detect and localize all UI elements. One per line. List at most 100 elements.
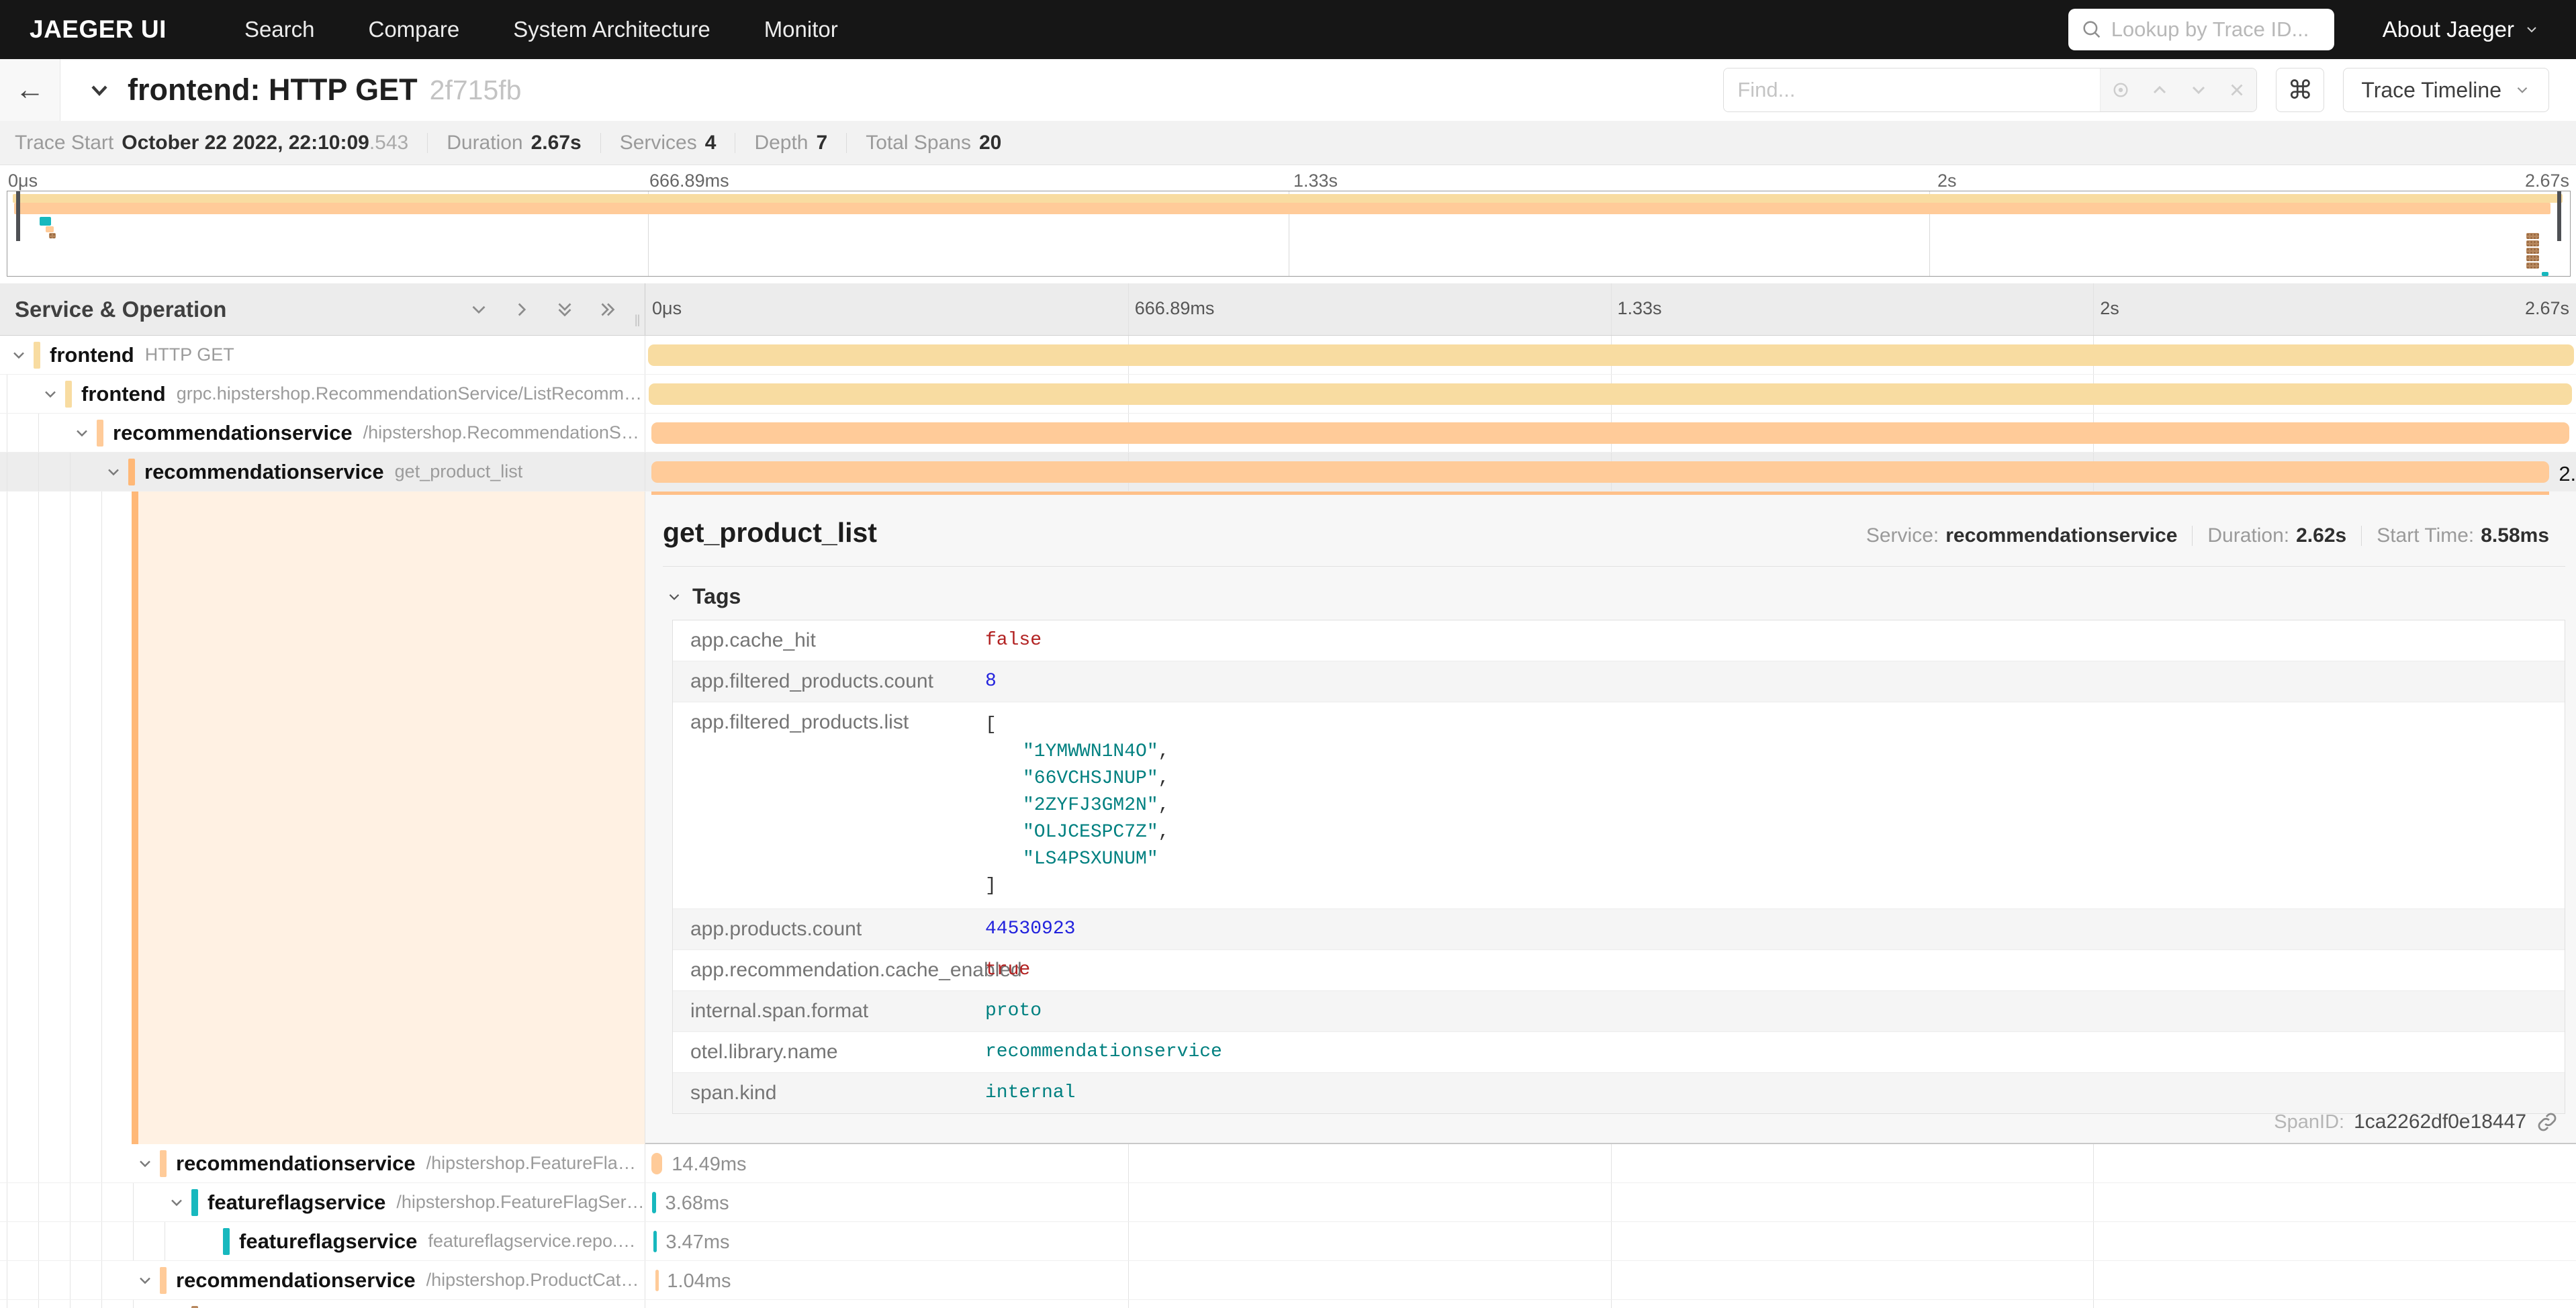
list-item-string: "OLJCESPC7Z" — [1023, 822, 1158, 843]
copy-link-icon[interactable] — [2536, 1111, 2559, 1133]
expand-all-icon[interactable] — [596, 298, 619, 321]
minimap-tick: 2.67s — [2525, 171, 2569, 191]
tag-row[interactable]: app.filtered_products.count8 — [673, 661, 2565, 702]
span-duration-bar[interactable] — [653, 1231, 657, 1252]
minimap-tick: 666.89ms — [649, 171, 729, 191]
focus-match-icon[interactable] — [2110, 79, 2131, 101]
tag-row[interactable]: app.cache_hitfalse — [673, 620, 2565, 661]
tag-row[interactable]: otel.library.namerecommendationservice — [673, 1032, 2565, 1073]
span-chevron-down-icon[interactable] — [133, 1271, 157, 1290]
span-row[interactable]: recommendationservice/hipstershop.Produc… — [0, 1261, 2576, 1300]
chevron-down-icon — [2524, 21, 2540, 38]
span-row[interactable]: recommendationservice/hipstershop.Featur… — [0, 1144, 2576, 1183]
tag-row[interactable]: app.recommendation.cache_enabledtrue — [673, 950, 2565, 991]
indent-guide — [38, 453, 70, 491]
span-duration-bar[interactable] — [648, 344, 2574, 366]
indent-guide — [133, 1222, 165, 1260]
duration-label: Duration — [447, 132, 522, 154]
span-name-cell[interactable]: recommendationservice/hipstershop.Produc… — [0, 1261, 645, 1299]
span-name-cell[interactable]: frontendgrpc.hipstershop.RecommendationS… — [0, 375, 645, 413]
tags-table: app.cache_hitfalseapp.filtered_products.… — [672, 620, 2565, 1114]
indent-guide — [7, 414, 38, 452]
tag-row[interactable]: internal.span.formatproto — [673, 991, 2565, 1032]
span-id-row: SpanID: 1ca2262df0e18447 — [2274, 1111, 2559, 1133]
tags-section-toggle[interactable]: Tags — [645, 567, 2576, 620]
span-row[interactable]: frontendgrpc.hipstershop.RecommendationS… — [0, 375, 2576, 414]
span-timeline-cell: 3.47ms — [645, 1222, 2576, 1260]
find-input[interactable] — [1724, 68, 2100, 111]
indent-guide — [7, 1183, 38, 1221]
span-duration-bar[interactable] — [651, 461, 2549, 483]
minimap-tick: 0μs — [8, 171, 38, 191]
span-row[interactable]: frontendHTTP GET — [0, 336, 2576, 375]
span-duration-bar[interactable] — [649, 383, 2572, 405]
trace-view-selector[interactable]: Trace Timeline — [2343, 68, 2549, 112]
span-service-name: frontend — [50, 343, 134, 367]
indent-guide — [70, 1183, 101, 1221]
span-timeline-cell: 1.04ms — [645, 1261, 2576, 1299]
span-row[interactable]: recommendationservice/hipstershop.Recomm… — [0, 414, 2576, 453]
span-duration-bar[interactable] — [651, 422, 2569, 444]
nav-item-monitor[interactable]: Monitor — [764, 17, 838, 42]
tag-row[interactable]: span.kindinternal — [673, 1073, 2565, 1113]
nav-item-system-architecture[interactable]: System Architecture — [513, 17, 710, 42]
clear-find-icon[interactable] — [2227, 80, 2247, 100]
span-duration-bar[interactable] — [655, 1270, 659, 1291]
nav-item-search[interactable]: Search — [244, 17, 315, 42]
back-button[interactable]: ← — [0, 59, 60, 121]
span-row[interactable]: featureflagservicefeatureflagservice.rep… — [0, 1222, 2576, 1261]
timeline-grid-line — [1128, 1183, 1129, 1221]
span-row[interactable]: featureflagservice/hipstershop.FeatureFl… — [0, 1183, 2576, 1222]
span-name-cell[interactable]: featureflagservice/hipstershop.FeatureFl… — [0, 1183, 645, 1221]
timeline-tick: 666.89ms — [1135, 298, 1215, 319]
next-match-icon[interactable] — [2188, 79, 2209, 101]
collapse-trace-header-icon[interactable] — [86, 77, 113, 103]
span-chevron-down-icon[interactable] — [101, 463, 126, 481]
collapse-one-icon[interactable] — [467, 298, 490, 321]
collapse-all-icon[interactable] — [553, 298, 576, 321]
span-name-cell[interactable]: recommendationservice/hipstershop.Recomm… — [0, 414, 645, 452]
keyboard-shortcuts-button[interactable]: ⌘ — [2276, 68, 2324, 112]
span-row[interactable] — [0, 1300, 2576, 1308]
span-operation-name: /hipstershop.FeatureFlagService/Ge... — [396, 1192, 645, 1213]
column-resizer[interactable]: ‖ — [634, 312, 641, 331]
jaeger-logo[interactable]: JAEGER UI — [30, 15, 167, 44]
span-timeline-cell: 2.62s — [645, 453, 2576, 491]
minimap-span-bar — [40, 217, 51, 226]
tag-row[interactable]: app.products.count44530923 — [673, 909, 2565, 950]
indent-guide — [38, 1300, 70, 1308]
nav-item-compare[interactable]: Compare — [369, 17, 460, 42]
prev-match-icon[interactable] — [2149, 79, 2170, 101]
minimap-left-scrubber[interactable] — [16, 191, 20, 241]
minimap-canvas[interactable] — [7, 191, 2571, 277]
span-chevron-down-icon[interactable] — [165, 1193, 189, 1212]
minimap-span-bar — [2542, 272, 2548, 276]
trace-lookup-input[interactable] — [2111, 17, 2322, 42]
span-duration-bar[interactable] — [651, 1153, 662, 1174]
span-name-cell[interactable]: recommendationserviceget_product_list — [0, 453, 645, 491]
span-name-cell[interactable]: recommendationservice/hipstershop.Featur… — [0, 1144, 645, 1182]
span-name-cell[interactable] — [0, 1300, 645, 1308]
span-duration-bar[interactable] — [652, 1192, 655, 1213]
expand-one-icon[interactable] — [510, 298, 533, 321]
span-chevron-down-icon[interactable] — [133, 1154, 157, 1173]
about-jaeger-menu[interactable]: About Jaeger — [2383, 17, 2540, 42]
tag-value: true — [985, 950, 1037, 989]
minimap-right-scrubber[interactable] — [2557, 191, 2561, 241]
timeline-grid-line — [2093, 1261, 2094, 1299]
span-chevron-down-icon[interactable] — [7, 346, 31, 365]
span-color-bar — [128, 459, 135, 485]
span-detail-panel: get_product_list Service: recommendation… — [645, 492, 2576, 1144]
span-name-cell[interactable]: featureflagservicefeatureflagservice.rep… — [0, 1222, 645, 1260]
tag-row[interactable]: app.filtered_products.list["1YMWWN1N4O",… — [673, 702, 2565, 909]
trace-start-value: October 22 2022, 22:10:09 — [122, 132, 369, 154]
timeline-header: Service & Operation ‖ 0μs 666.89ms 1.33s… — [0, 283, 2576, 336]
span-timeline-cell — [645, 1300, 2576, 1308]
duration-value: 2.67s — [531, 132, 582, 154]
span-row[interactable]: recommendationserviceget_product_list2.6… — [0, 453, 2576, 492]
span-chevron-down-icon[interactable] — [38, 385, 62, 404]
span-chevron-down-icon[interactable] — [70, 424, 94, 442]
span-name-cell[interactable]: frontendHTTP GET — [0, 336, 645, 374]
span-duration-label: 1.04ms — [667, 1270, 731, 1293]
tag-key: app.recommendation.cache_enabled — [673, 950, 985, 990]
